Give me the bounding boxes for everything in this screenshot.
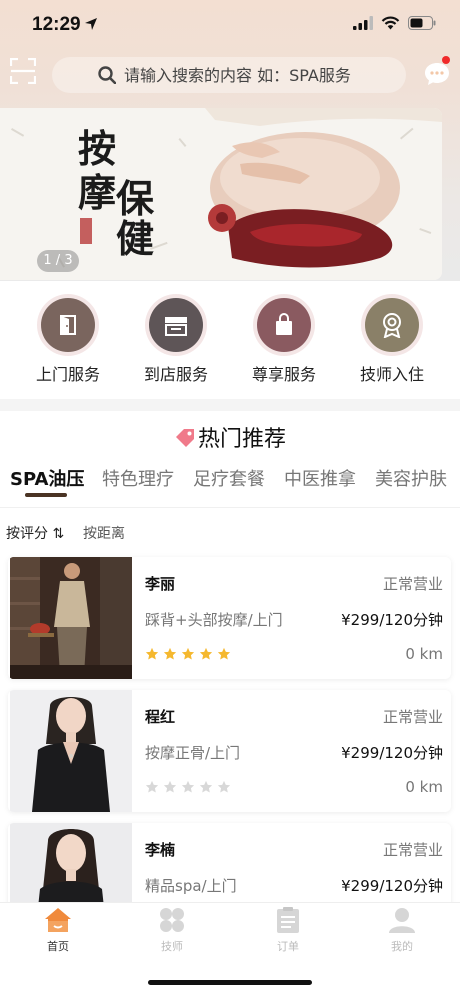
clipboard-icon: [277, 907, 299, 933]
tab-orders[interactable]: 订单: [248, 907, 328, 954]
tab-label: 首页: [47, 940, 69, 953]
category-in-store-service[interactable]: 到店服务: [126, 298, 226, 385]
star-icon: [217, 647, 231, 660]
tab-therapists[interactable]: 技师: [132, 907, 212, 954]
bag-icon: [276, 313, 292, 335]
tab-label: 订单: [277, 940, 299, 953]
door-icon: [60, 315, 76, 335]
tab-spa[interactable]: SPA油压: [10, 465, 84, 491]
therapist-photo: [10, 690, 132, 812]
battery-icon: [408, 16, 436, 30]
therapist-name: 程红: [145, 708, 176, 726]
star-icon: [163, 647, 177, 660]
signal-icon: [353, 16, 373, 30]
tab-tcm-massage[interactable]: 中医推拿: [284, 465, 356, 491]
banner-page-indicator: 1 / 3: [37, 250, 79, 272]
category-label: 尊享服务: [251, 365, 316, 384]
banner-title-char-1: 按: [78, 126, 117, 171]
category-label: 上门服务: [35, 365, 100, 384]
notification-dot: [442, 56, 450, 64]
service-description: 按摩正骨/上门: [145, 744, 241, 762]
business-status: 正常营业: [382, 708, 443, 726]
service-price: ¥299/120分钟: [341, 744, 443, 762]
therapist-name: 李楠: [145, 841, 176, 859]
star-icon: [181, 780, 195, 793]
service-categories: 上门服务 到店服务 尊享服务 技师入住: [0, 281, 460, 399]
service-price: ¥299/120分钟: [341, 877, 443, 895]
tab-foot-package[interactable]: 足疗套餐: [193, 465, 265, 491]
star-icon: [217, 780, 231, 793]
badge-icon: [383, 313, 401, 338]
star-icon: [145, 780, 159, 793]
banner-title-char-2: 摩: [78, 170, 117, 215]
therapist-card[interactable]: 李丽 正常营业 踩背+头部按摩/上门 ¥299/120分钟 0 km: [8, 557, 451, 679]
tab-profile[interactable]: 我的: [362, 907, 442, 954]
category-label: 到店服务: [143, 365, 208, 384]
service-description: 踩背+头部按摩/上门: [145, 611, 283, 629]
tab-home[interactable]: 首页: [18, 907, 98, 954]
search-icon: [98, 66, 116, 84]
section-title: 热门推荐: [0, 421, 460, 453]
star-icon: [163, 780, 177, 793]
divider: [0, 507, 460, 508]
home-icon: [45, 908, 71, 932]
price-tag-icon: [175, 429, 194, 447]
grid-icon: [160, 908, 184, 932]
star-icon: [181, 647, 195, 660]
section-title-text: 热门推荐: [197, 427, 286, 452]
category-icon-bg: [149, 298, 203, 352]
category-premium-service[interactable]: 尊享服务: [234, 298, 334, 385]
scan-icon[interactable]: [10, 58, 36, 84]
search-bar[interactable]: [52, 57, 406, 93]
therapist-card[interactable]: 程红 正常营业 按摩正骨/上门 ¥299/120分钟 0 km: [8, 690, 451, 812]
business-status: 正常营业: [382, 841, 443, 859]
business-status: 正常营业: [382, 575, 443, 593]
tab-beauty-care[interactable]: 美容护肤: [375, 465, 447, 491]
wifi-icon: [381, 16, 400, 30]
tab-label: 我的: [391, 940, 413, 953]
banner-title-char-4: 健: [116, 216, 155, 261]
service-description: 精品spa/上门: [145, 877, 237, 895]
banner-title-char-3: 保: [116, 176, 155, 221]
therapist-name: 李丽: [145, 575, 176, 593]
person-icon: [389, 908, 415, 933]
rating-stars: [145, 780, 231, 794]
tab-label: 技师: [161, 940, 183, 953]
active-tab-indicator: [25, 493, 67, 497]
therapist-photo: [10, 557, 132, 679]
store-icon: [165, 317, 187, 336]
home-indicator: [148, 980, 312, 985]
category-icon-bg: [41, 298, 95, 352]
message-icon[interactable]: [423, 60, 451, 88]
hot-recommendations: 热门推荐 SPA油压 特色理疗 足疗套餐 中医推拿 美容护肤 按评分 ⇅ 按距离: [0, 411, 460, 945]
category-icon-bg: [257, 298, 311, 352]
search-input[interactable]: [124, 57, 394, 93]
location-arrow-icon: [85, 18, 97, 30]
service-price: ¥299/120分钟: [341, 611, 443, 629]
star-icon: [199, 780, 213, 793]
distance: 0 km: [405, 778, 443, 796]
rating-stars: [145, 647, 231, 661]
category-icon-bg: [365, 298, 419, 352]
category-home-service[interactable]: 上门服务: [18, 298, 118, 385]
category-therapist-join[interactable]: 技师入住: [342, 298, 442, 385]
sort-by-distance[interactable]: 按距离: [83, 523, 125, 543]
status-bar: 12:29: [0, 0, 460, 50]
tab-special-therapy[interactable]: 特色理疗: [102, 465, 174, 491]
star-icon: [199, 647, 213, 660]
sort-options: 按评分 ⇅ 按距离: [0, 519, 460, 545]
sort-by-rating[interactable]: 按评分 ⇅: [6, 523, 64, 543]
category-label: 技师入住: [359, 365, 424, 384]
status-time: 12:29: [32, 14, 81, 35]
category-tabs: SPA油压 特色理疗 足疗套餐 中医推拿 美容护肤: [0, 465, 460, 505]
distance: 0 km: [405, 645, 443, 663]
star-icon: [145, 647, 159, 660]
